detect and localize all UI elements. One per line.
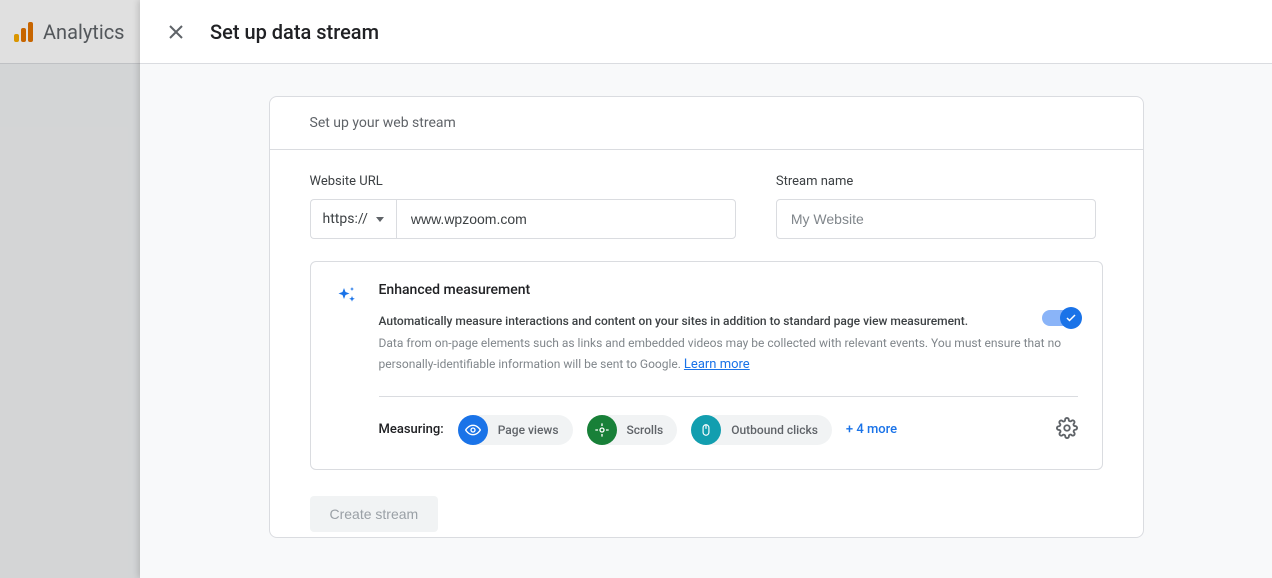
website-url-field: Website URL https:// bbox=[310, 174, 736, 239]
website-url-input[interactable] bbox=[396, 199, 736, 239]
protocol-value: https:// bbox=[323, 211, 368, 227]
create-stream-button[interactable]: Create stream bbox=[310, 496, 439, 532]
chip-page-views: Page views bbox=[458, 415, 573, 445]
eye-icon bbox=[458, 415, 488, 445]
chip-label: Outbound clicks bbox=[731, 423, 818, 437]
stream-name-input[interactable] bbox=[776, 199, 1096, 239]
target-icon bbox=[587, 415, 617, 445]
more-chips-link[interactable]: + 4 more bbox=[846, 422, 897, 437]
sparkle-icon bbox=[335, 284, 359, 445]
chip-label: Scrolls bbox=[627, 423, 664, 437]
chip-label: Page views bbox=[498, 423, 559, 437]
enhanced-measurement-box: Enhanced measurement Automatically measu… bbox=[310, 261, 1103, 470]
app-name: Analytics bbox=[43, 20, 125, 44]
divider bbox=[379, 396, 1078, 397]
panel-body: Set up your web stream Website URL https… bbox=[140, 64, 1272, 578]
stream-name-label: Stream name bbox=[776, 174, 1103, 189]
panel-title: Set up data stream bbox=[210, 20, 379, 44]
learn-more-link[interactable]: Learn more bbox=[684, 357, 750, 372]
enhanced-toggle[interactable] bbox=[1042, 310, 1078, 326]
mouse-icon bbox=[691, 415, 721, 445]
chevron-down-icon bbox=[376, 217, 384, 222]
slide-panel: Set up data stream Set up your web strea… bbox=[140, 0, 1272, 578]
measuring-label: Measuring: bbox=[379, 422, 444, 437]
measuring-chips: Page views Scrolls bbox=[458, 415, 897, 445]
chip-outbound-clicks: Outbound clicks bbox=[691, 415, 832, 445]
enhanced-description: Automatically measure interactions and c… bbox=[379, 312, 1078, 331]
website-url-label: Website URL bbox=[310, 174, 736, 189]
panel-header: Set up data stream bbox=[140, 0, 1272, 64]
measuring-row: Measuring: Page views bbox=[379, 415, 1078, 445]
field-row: Website URL https:// Stream name bbox=[310, 174, 1103, 239]
setup-card: Set up your web stream Website URL https… bbox=[269, 96, 1144, 538]
protocol-dropdown[interactable]: https:// bbox=[310, 199, 396, 239]
card-header: Set up your web stream bbox=[270, 97, 1143, 150]
settings-gear-button[interactable] bbox=[1056, 417, 1078, 443]
enhanced-title: Enhanced measurement bbox=[379, 282, 1078, 298]
chip-scrolls: Scrolls bbox=[587, 415, 678, 445]
close-icon[interactable] bbox=[164, 20, 188, 44]
enhanced-note: Data from on-page elements such as links… bbox=[379, 333, 1078, 375]
app-backdrop-header: Analytics bbox=[0, 0, 140, 64]
analytics-logo-icon bbox=[14, 22, 33, 42]
check-icon bbox=[1060, 307, 1082, 329]
stream-name-field: Stream name bbox=[776, 174, 1103, 239]
